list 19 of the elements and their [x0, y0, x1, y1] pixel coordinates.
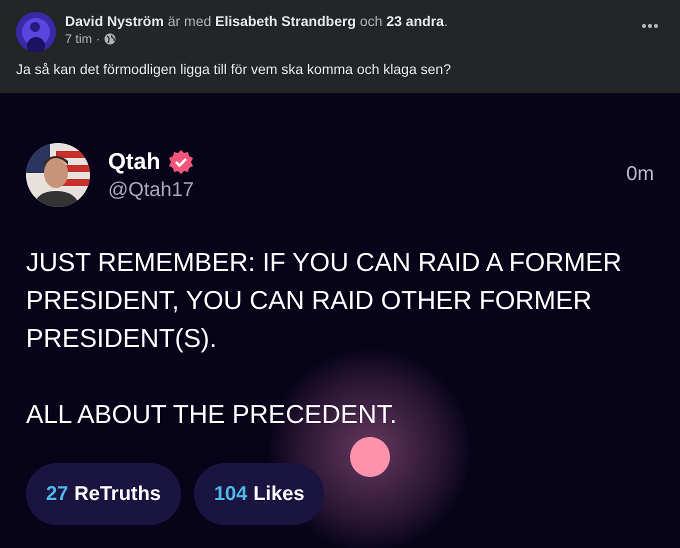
post-text: Ja så kan det förmodligen ligga till för vem ska komma och klaga sen?: [16, 61, 452, 77]
stat-count: 27: [46, 482, 68, 506]
more-options-icon[interactable]: [642, 24, 658, 28]
touch-indicator: [350, 437, 390, 477]
stat-pill[interactable]: 27 ReTruths: [26, 463, 181, 525]
stat-count: 104: [214, 482, 248, 506]
stat-pill[interactable]: 104 Likes: [194, 463, 324, 525]
account-handle: @Qtah17: [108, 179, 194, 202]
stat-label: ReTruths: [74, 482, 161, 506]
globe-icon: [104, 33, 116, 45]
post-paragraph: ALL ABOUT THE PRECEDENT.: [26, 398, 398, 431]
post-paragraph: JUST REMEMBER: IF YOU CAN RAID A FORMER PRESIDENT, YOU CAN RAID OTHER FORMER PRESIDENT(S).: [26, 246, 623, 355]
stat-label: Likes: [253, 482, 304, 506]
post-header: David Nyström är med Elisabeth Strandberg och 23 andra.: [65, 13, 448, 29]
account-name: Qtah: [108, 148, 160, 175]
post-time[interactable]: 7 tim: [65, 32, 92, 46]
profile-avatar[interactable]: [16, 12, 56, 52]
post-age: 0m: [626, 163, 654, 186]
separator: ·: [96, 32, 100, 46]
